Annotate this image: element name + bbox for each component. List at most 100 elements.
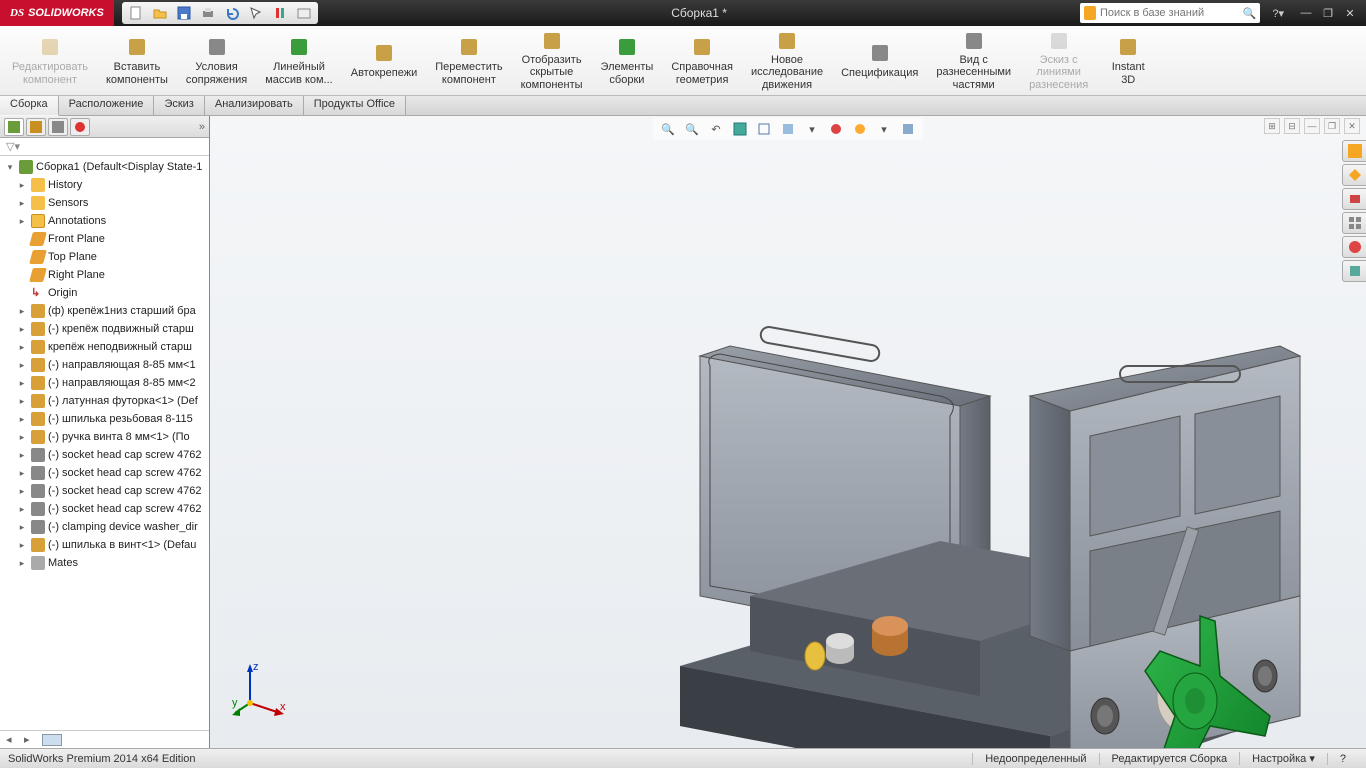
display-style-icon[interactable] — [779, 120, 797, 138]
tree-expand-icon[interactable]: ▸ — [16, 468, 28, 479]
taskpane-file-explorer-icon[interactable] — [1342, 188, 1366, 210]
taskpane-resources-icon[interactable] — [1342, 140, 1366, 162]
rebuild-icon[interactable] — [272, 5, 288, 21]
tree-item[interactable]: ▸History — [0, 176, 209, 194]
search-box[interactable]: 🔍 — [1080, 3, 1260, 23]
tree-item[interactable]: ▸Mates — [0, 554, 209, 572]
motion-study-tab[interactable] — [42, 734, 62, 746]
zoom-area-icon[interactable]: 🔍 — [683, 120, 701, 138]
tree-item[interactable]: ▸(ф) крепёж1низ старший бра — [0, 302, 209, 320]
prev-view-icon[interactable]: ↶ — [707, 120, 725, 138]
vp-link-icon[interactable]: ⊞ — [1264, 118, 1280, 134]
tree-expand-icon[interactable]: ▸ — [16, 198, 28, 209]
vp-close-icon[interactable]: ✕ — [1344, 118, 1360, 134]
status-help-icon[interactable]: ? — [1327, 753, 1358, 765]
tree-item[interactable]: ▸(-) clamping device washer_dir — [0, 518, 209, 536]
view-orientation-icon[interactable] — [755, 120, 773, 138]
tree-expand-icon[interactable]: ▸ — [16, 522, 28, 533]
render-icon[interactable] — [899, 120, 917, 138]
undo-icon[interactable] — [224, 5, 240, 21]
select-icon[interactable] — [248, 5, 264, 21]
vp-max-icon[interactable]: ❐ — [1324, 118, 1340, 134]
save-icon[interactable] — [176, 5, 192, 21]
tree-item[interactable]: ▸Annotations — [0, 212, 209, 230]
tree-item[interactable]: ▸(-) socket head cap screw 4762 — [0, 482, 209, 500]
edit-appearance-icon[interactable] — [827, 120, 845, 138]
tree-item[interactable]: ▸(-) латунная футорка<1> (Def — [0, 392, 209, 410]
options-icon[interactable] — [296, 5, 312, 21]
tree-expand-icon[interactable]: ▸ — [16, 450, 28, 461]
tree-filter[interactable]: ▽▾ — [0, 138, 209, 156]
hide-show-icon[interactable]: ▾ — [803, 120, 821, 138]
tab-assembly[interactable]: Сборка — [0, 96, 59, 116]
tree-expand-icon[interactable]: ▸ — [16, 558, 28, 569]
view-settings-icon[interactable]: ▾ — [875, 120, 893, 138]
tree-expand-icon[interactable]: ▸ — [16, 306, 28, 317]
tree-item[interactable]: ▸(-) шпилька в винт<1> (Defau — [0, 536, 209, 554]
vp-min-icon[interactable]: — — [1304, 118, 1320, 134]
tree-expand-icon[interactable]: ▸ — [16, 216, 28, 227]
tree-item[interactable]: Origin — [0, 284, 209, 302]
ribbon-smart-fasteners[interactable]: Автокрепежи — [343, 28, 425, 93]
print-icon[interactable] — [200, 5, 216, 21]
tree-expand-icon[interactable]: ▸ — [16, 360, 28, 371]
tab-office[interactable]: Продукты Office — [304, 96, 406, 115]
ribbon-show-hidden[interactable]: Отобразитьскрытыекомпоненты — [513, 28, 591, 93]
config-tab[interactable] — [48, 118, 68, 136]
tree-prev-icon[interactable]: ◂ — [6, 733, 20, 746]
ribbon-ref-geometry[interactable]: Справочнаягеометрия — [663, 28, 741, 93]
ribbon-bom[interactable]: Спецификация — [833, 28, 926, 93]
ribbon-move-component[interactable]: Переместитькомпонент — [427, 28, 510, 93]
section-view-icon[interactable] — [731, 120, 749, 138]
taskpane-appearances-icon[interactable] — [1342, 236, 1366, 258]
property-tab[interactable] — [26, 118, 46, 136]
ribbon-insert-components[interactable]: Вставитькомпоненты — [98, 28, 176, 93]
taskpane-view-palette-icon[interactable] — [1342, 212, 1366, 234]
feature-tree-tab[interactable] — [4, 118, 24, 136]
tree-item[interactable]: ▸Sensors — [0, 194, 209, 212]
tree-root[interactable]: ▾ Сборка1 (Default<Display State-1 — [0, 158, 209, 176]
taskpane-custom-props-icon[interactable] — [1342, 260, 1366, 282]
tree-expand-icon[interactable]: ▸ — [16, 396, 28, 407]
tree-expand-icon[interactable]: ▸ — [16, 486, 28, 497]
close-button[interactable]: ✕ — [1342, 7, 1358, 20]
tree-item[interactable]: ▸(-) крепёж подвижный старш — [0, 320, 209, 338]
graphics-viewport[interactable]: 🔍 🔍 ↶ ▾ ▾ ⊞ ⊟ — ❐ ✕ — [210, 116, 1366, 748]
open-doc-icon[interactable] — [152, 5, 168, 21]
tree-expand-icon[interactable]: ▸ — [16, 324, 28, 335]
tree-collapse-icon[interactable]: » — [199, 121, 205, 133]
status-underdefined[interactable]: Недоопределенный — [972, 753, 1098, 765]
tab-sketch[interactable]: Эскиз — [154, 96, 204, 115]
search-input[interactable] — [1100, 7, 1243, 19]
tree-expand-icon[interactable]: ▸ — [16, 540, 28, 551]
ribbon-assembly-features[interactable]: Элементысборки — [593, 28, 662, 93]
tree-item[interactable]: ▸(-) socket head cap screw 4762 — [0, 464, 209, 482]
tree-item[interactable]: ▸(-) ручка винта 8 мм<1> (По — [0, 428, 209, 446]
tree-next-icon[interactable]: ▸ — [24, 733, 38, 746]
search-go-icon[interactable]: 🔍 — [1243, 7, 1257, 20]
tree-item[interactable]: ▸(-) socket head cap screw 4762 — [0, 500, 209, 518]
ribbon-instant3d[interactable]: Instant3D — [1098, 28, 1158, 93]
tree-item[interactable]: Top Plane — [0, 248, 209, 266]
tree-item[interactable]: ▸(-) шпилька резьбовая 8-115 — [0, 410, 209, 428]
tab-layout[interactable]: Расположение — [59, 96, 155, 115]
orientation-triad[interactable]: z x y — [230, 658, 290, 718]
tree-item[interactable]: Right Plane — [0, 266, 209, 284]
zoom-fit-icon[interactable]: 🔍 — [659, 120, 677, 138]
ribbon-mate[interactable]: Условиясопряжения — [178, 28, 255, 93]
tree-expand-icon[interactable]: ▸ — [16, 414, 28, 425]
apply-scene-icon[interactable] — [851, 120, 869, 138]
tree-item[interactable]: ▸(-) направляющая 8-85 мм<2 — [0, 374, 209, 392]
display-tab[interactable] — [70, 118, 90, 136]
maximize-button[interactable]: ❐ — [1320, 7, 1336, 20]
tree-item[interactable]: ▸(-) socket head cap screw 4762 — [0, 446, 209, 464]
ribbon-linear-pattern[interactable]: Линейныймассив ком... — [257, 28, 341, 93]
status-custom[interactable]: Настройка ▾ — [1239, 752, 1327, 765]
tree-expand-icon[interactable]: ▸ — [16, 378, 28, 389]
tree-expand-icon[interactable]: ▸ — [16, 432, 28, 443]
minimize-button[interactable]: — — [1298, 7, 1314, 20]
ribbon-new-motion[interactable]: Новоеисследованиедвижения — [743, 28, 831, 93]
tree-expand-icon[interactable]: ▸ — [16, 342, 28, 353]
status-editing[interactable]: Редактируется Сборка — [1099, 753, 1240, 765]
tree-item[interactable]: Front Plane — [0, 230, 209, 248]
